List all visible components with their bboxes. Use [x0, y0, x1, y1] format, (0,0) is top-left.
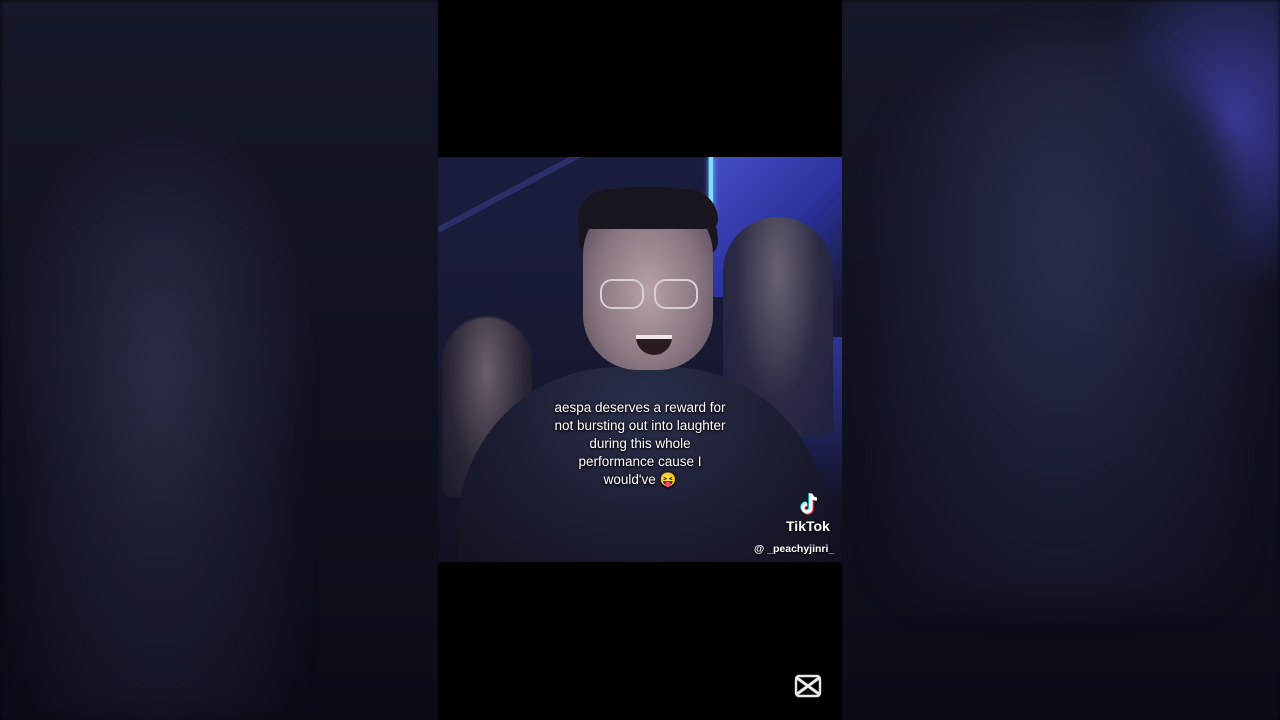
tiktok-watermark: TikTok @ _peachyjinri_ [752, 492, 842, 562]
tiktok-wordmark: TikTok [786, 518, 830, 534]
capcut-icon [794, 674, 822, 698]
caption-line: during this whole [589, 436, 691, 451]
caption-line: aespa deserves a reward for [554, 400, 726, 415]
video-caption: aespa deserves a reward for not bursting… [438, 399, 842, 489]
main-person-fringe [578, 189, 718, 229]
glasses [600, 279, 700, 309]
creator-handle: @ _peachyjinri_ [754, 543, 835, 555]
caption-line: not bursting out into laughter [554, 418, 726, 433]
video-viewport: aesp d for not b ghter p l aespa deserve… [0, 0, 1280, 720]
caption-line: would've 😝 [603, 472, 677, 487]
blurred-person-left [30, 240, 290, 720]
lighting-truss [438, 157, 581, 233]
caption-line: performance cause I [578, 454, 702, 469]
tiktok-logo-icon [800, 493, 818, 515]
glasses-lens-right [654, 279, 698, 309]
glasses-lens-left [600, 279, 644, 309]
